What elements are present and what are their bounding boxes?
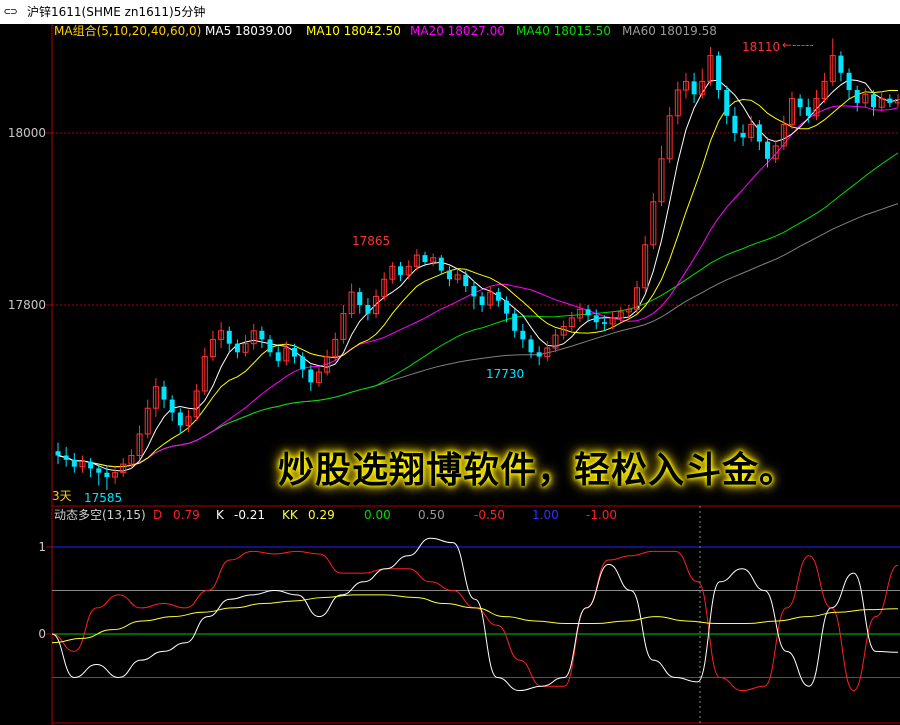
ma5-label: MA5 18039.00 <box>205 24 293 38</box>
candle-body <box>169 399 175 413</box>
window-icon[interactable]: ⊂⊃ <box>4 0 17 24</box>
ma20-line <box>57 105 899 468</box>
candle-body <box>259 330 265 340</box>
trough-annotation: 17730 <box>486 367 524 381</box>
ma10-line <box>57 89 899 468</box>
ref-neg-one: -1.00 <box>586 508 618 522</box>
candle-body <box>585 309 591 316</box>
candle-body <box>422 255 428 262</box>
candle-body <box>267 339 273 353</box>
candle-body <box>96 468 102 473</box>
high-annotation: 18110 <box>742 40 780 54</box>
price-tick-label: 17800 <box>8 298 46 312</box>
candle-body <box>398 266 404 275</box>
ma5-line <box>57 79 899 472</box>
candle-body <box>504 300 510 314</box>
high-arrow: ←----- <box>782 38 814 52</box>
candle-body <box>104 472 110 477</box>
candle-body <box>536 352 542 357</box>
candle-body <box>226 330 232 344</box>
ma20-label: MA20 18027.00 <box>410 24 505 38</box>
indicator-name[interactable]: 动态多空(13,15) <box>54 508 146 523</box>
candle-body <box>593 315 599 323</box>
candle-body <box>724 90 730 116</box>
candle-body <box>88 461 94 469</box>
candle-body <box>691 81 697 95</box>
candle-body <box>495 292 501 301</box>
ma40-label: MA40 18015.50 <box>516 24 611 38</box>
price-chart: 18000 17800 1 0 18110 ←----- 17865 17730 3天 17585 <box>8 24 900 725</box>
ref-neg-half: -0.50 <box>474 508 506 522</box>
candle-body <box>365 305 371 314</box>
indicator-tick-label: 1 <box>38 540 46 554</box>
indicator-lines <box>51 537 899 692</box>
candle-body <box>438 257 444 271</box>
candle-body <box>512 313 518 331</box>
candle-body <box>161 386 167 400</box>
indicator-tick-label: 0 <box>38 627 46 641</box>
chart-labels: 18000 17800 1 0 18110 ←----- 17865 17730 3天 17585 <box>8 38 814 641</box>
ref-half: 0.50 <box>418 508 445 522</box>
kk-label: KK <box>282 508 298 522</box>
candle-body <box>300 356 306 370</box>
candle-body <box>308 369 314 383</box>
k-label: K <box>216 508 224 522</box>
candle-body <box>234 343 240 353</box>
indicator-k-line <box>51 537 899 692</box>
candle-body <box>797 98 803 108</box>
candlesticks <box>55 38 900 490</box>
ma10-label: MA10 18042.50 <box>306 24 401 38</box>
candle-body <box>838 55 844 73</box>
ma-group-label[interactable]: MA组合(5,10,20,40,60,0) <box>54 24 201 39</box>
ref-zero: 0.00 <box>364 508 391 522</box>
peak-annotation: 17865 <box>352 234 390 248</box>
candle-body <box>357 292 363 305</box>
candle-body <box>471 286 477 297</box>
window-title: 沪锌1611(SHME zn1611)5分钟 <box>27 5 206 19</box>
ref-one: 1.00 <box>532 508 559 522</box>
candle-body <box>740 133 746 138</box>
candle-body <box>479 296 485 305</box>
candle-body <box>765 141 771 159</box>
candle-body <box>177 412 183 426</box>
candle-body <box>71 459 77 467</box>
candle-body <box>55 451 61 456</box>
candle-body <box>805 107 811 116</box>
candle-body <box>63 455 69 460</box>
candle-body <box>846 72 852 90</box>
moving-average-lines <box>57 79 899 472</box>
ma40-line <box>57 152 899 468</box>
candle-body <box>520 330 526 340</box>
candle-body <box>528 339 534 353</box>
d-label: D <box>153 508 163 522</box>
candle-body <box>871 94 877 108</box>
candle-body <box>732 115 738 133</box>
low-days-annotation: 3天 <box>52 489 72 503</box>
promo-banner: 炒股选翔博软件，轻松入斗金。 <box>278 450 797 491</box>
ma60-line <box>57 203 899 468</box>
candle-body <box>854 90 860 103</box>
candle-body <box>887 98 893 103</box>
candle-body <box>756 124 762 142</box>
candle-body <box>601 322 607 324</box>
title-bar: ⊂⊃ 沪锌1611(SHME zn1611)5分钟 <box>0 0 900 24</box>
price-tick-label: 18000 <box>8 126 46 140</box>
ma60-label: MA60 18019.58 <box>622 24 717 38</box>
kk-value: 0.29 <box>308 508 335 522</box>
chart-grid <box>46 24 900 725</box>
d-value: 0.79 <box>173 508 200 522</box>
candle-body <box>463 274 469 287</box>
candle-body <box>446 270 452 280</box>
candle-body <box>275 352 281 361</box>
k-value: -0.21 <box>234 508 266 522</box>
candle-body <box>292 348 298 357</box>
low-annotation: 17585 <box>84 491 122 505</box>
candle-body <box>716 55 722 90</box>
